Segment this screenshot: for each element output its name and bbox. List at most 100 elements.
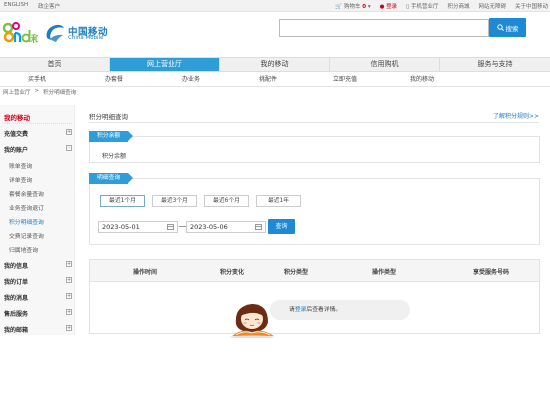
empty-suffix: 后查看详情。	[306, 307, 342, 313]
nav-online-hall[interactable]: 网上营业厅	[110, 58, 220, 71]
subnav-accessories[interactable]: 挑配件	[259, 73, 277, 87]
query-button[interactable]: 查询	[268, 219, 295, 234]
empty-login-link[interactable]: 登录	[295, 307, 307, 313]
mobile-hall-link[interactable]: ▯ 手机营业厅	[406, 2, 438, 10]
top-right-links: 🛒 购物车 0 ▾ ● 登录 ▯ 手机营业厅 积分商城 网站无障碍 关于中国移动	[335, 2, 548, 10]
sidebar-item-messages[interactable]: 我的消息 +	[4, 293, 72, 303]
english-link[interactable]: ENGLISH	[4, 2, 28, 10]
column-header: 操作类型	[372, 269, 397, 276]
end-date-value: 2023-05-06	[190, 223, 228, 231]
search-button-label: 搜索	[505, 24, 519, 33]
business-link[interactable]: 政企客户	[38, 2, 60, 10]
mobile-hall-label: 手机营业厅	[410, 4, 439, 10]
divider	[4, 123, 72, 124]
query-panel: 明细查询 最近1个月 最近3个月 最近6个月 最近1年 2023-05-01 2…	[89, 173, 540, 245]
sidebar-item-label: 我的信息	[4, 263, 29, 270]
column-header: 积分变化	[220, 269, 245, 276]
points-mall-link[interactable]: 积分商城	[447, 2, 469, 10]
nav-service-support[interactable]: 服务与支持	[440, 58, 550, 71]
nav-credit-phone[interactable]: 信用购机	[330, 58, 440, 71]
expand-icon[interactable]: +	[66, 325, 72, 331]
search-input[interactable]	[279, 19, 489, 37]
calendar-icon[interactable]	[255, 224, 262, 230]
cart-icon: 🛒	[335, 4, 343, 10]
phone-icon: ▯	[406, 4, 410, 10]
reading-girl-illustration	[230, 304, 274, 338]
sidebar-item-recharge[interactable]: 充值交费 +	[4, 129, 72, 139]
login-label: 登录	[386, 4, 398, 10]
sidebar-sub-business-unsubscribe[interactable]: 业务查询退订	[9, 203, 44, 212]
sidebar-item-account[interactable]: 我的账户 -	[4, 145, 72, 155]
sidebar-item-after-sales[interactable]: 售后服务 +	[4, 309, 72, 319]
query-tag: 明细查询	[89, 173, 134, 184]
breadcrumb-item[interactable]: 网上营业厅	[3, 88, 31, 96]
start-date-field[interactable]: 2023-05-01	[98, 221, 178, 233]
start-date-value: 2023-05-01	[102, 223, 140, 231]
breadcrumb-current: 积分明细查询	[43, 90, 77, 96]
sidebar-sub-bill[interactable]: 账单查询	[9, 161, 32, 170]
and-logo[interactable]: 和	[2, 22, 38, 44]
column-header: 享受服务号码	[473, 269, 510, 276]
expand-icon[interactable]: +	[66, 309, 72, 315]
search-icon	[496, 24, 504, 31]
sidebar-sub-detail[interactable]: 详单查询	[9, 175, 32, 184]
date-separator	[179, 226, 186, 227]
range-1-year-button[interactable]: 最近1年	[256, 195, 301, 207]
balance-panel: 积分余额 积分余额	[89, 131, 540, 163]
breadcrumb: 网上营业厅 > 积分明细查询	[3, 88, 76, 96]
sidebar-sub-points-detail[interactable]: 积分明细查询	[9, 217, 44, 226]
brand-name-en: China Mobile	[68, 35, 104, 41]
subnav-services[interactable]: 办业务	[182, 73, 200, 87]
expand-icon[interactable]: +	[66, 261, 72, 267]
nav-my-mobile[interactable]: 我的移动	[220, 58, 330, 71]
nav-home[interactable]: 首页	[0, 58, 110, 71]
sidebar-title[interactable]: 我的移动	[4, 112, 30, 122]
top-left-links: ENGLISH 政企客户	[4, 2, 60, 10]
sidebar-item-info[interactable]: 我的信息 +	[4, 261, 72, 271]
points-rules-link[interactable]: 了解积分规则>>	[493, 111, 539, 120]
expand-icon[interactable]: +	[66, 293, 72, 299]
chevron-down-icon: ▾	[367, 4, 371, 10]
china-mobile-logo-icon[interactable]	[43, 21, 67, 43]
sub-nav: 买手机 办套餐 办业务 挑配件 立即充值 我的移动	[0, 73, 550, 87]
sidebar-item-orders[interactable]: 我的订单 +	[4, 277, 72, 287]
sidebar-sub-payment-records[interactable]: 交费记录查询	[9, 231, 44, 240]
login-link[interactable]: ● 登录	[380, 2, 398, 10]
divider	[89, 122, 539, 123]
end-date-field[interactable]: 2023-05-06	[186, 221, 266, 233]
cart-count: 0	[362, 4, 367, 10]
range-6-months-button[interactable]: 最近6个月	[204, 195, 249, 207]
sidebar-item-label: 我的消息	[4, 295, 29, 302]
expand-icon[interactable]: +	[66, 129, 72, 135]
user-icon: ●	[379, 4, 385, 10]
sidebar-sub-location[interactable]: 归属地查询	[9, 245, 38, 254]
subnav-plans[interactable]: 办套餐	[105, 73, 123, 87]
sidebar: 我的移动 充值交费 + 我的账户 - 账单查询 详单查询 套餐余量查询 业务查询…	[0, 105, 75, 335]
sidebar-item-label: 售后服务	[4, 311, 29, 318]
sidebar-item-label: 我的账户	[4, 147, 29, 154]
subnav-recharge[interactable]: 立即充值	[333, 73, 357, 87]
breadcrumb-separator: >	[34, 88, 40, 94]
subnav-my-mobile[interactable]: 我的移动	[410, 73, 434, 87]
sidebar-item-label: 我的邮箱	[4, 327, 29, 334]
column-header: 积分类型	[284, 269, 309, 276]
main-nav: 首页 网上营业厅 我的移动 信用购机 服务与支持	[0, 57, 550, 72]
sidebar-item-label: 充值交费	[4, 131, 29, 138]
collapse-icon[interactable]: -	[66, 145, 72, 151]
top-bar: ENGLISH 政企客户 🛒 购物车 0 ▾ ● 登录 ▯ 手机营业厅 积分商城…	[0, 0, 550, 12]
range-3-months-button[interactable]: 最近3个月	[152, 195, 197, 207]
column-header: 操作时间	[133, 269, 158, 276]
sidebar-item-mailbox[interactable]: 我的邮箱 +	[4, 325, 72, 335]
sidebar-sub-package-balance[interactable]: 套餐余量查询	[9, 189, 44, 198]
accessibility-link[interactable]: 网站无障碍	[478, 2, 506, 10]
calendar-icon[interactable]	[167, 224, 174, 230]
subnav-buy-phone[interactable]: 买手机	[28, 73, 46, 87]
search-button[interactable]: 搜索	[489, 18, 526, 37]
about-link[interactable]: 关于中国移动	[515, 2, 548, 10]
page-title: 积分明细查询	[89, 113, 128, 121]
cart-link[interactable]: 🛒 购物车 0 ▾	[335, 2, 370, 10]
range-1-month-button[interactable]: 最近1个月	[100, 195, 145, 207]
balance-tag: 积分余额	[89, 131, 134, 142]
expand-icon[interactable]: +	[66, 277, 72, 283]
balance-label: 积分余额	[102, 153, 127, 160]
